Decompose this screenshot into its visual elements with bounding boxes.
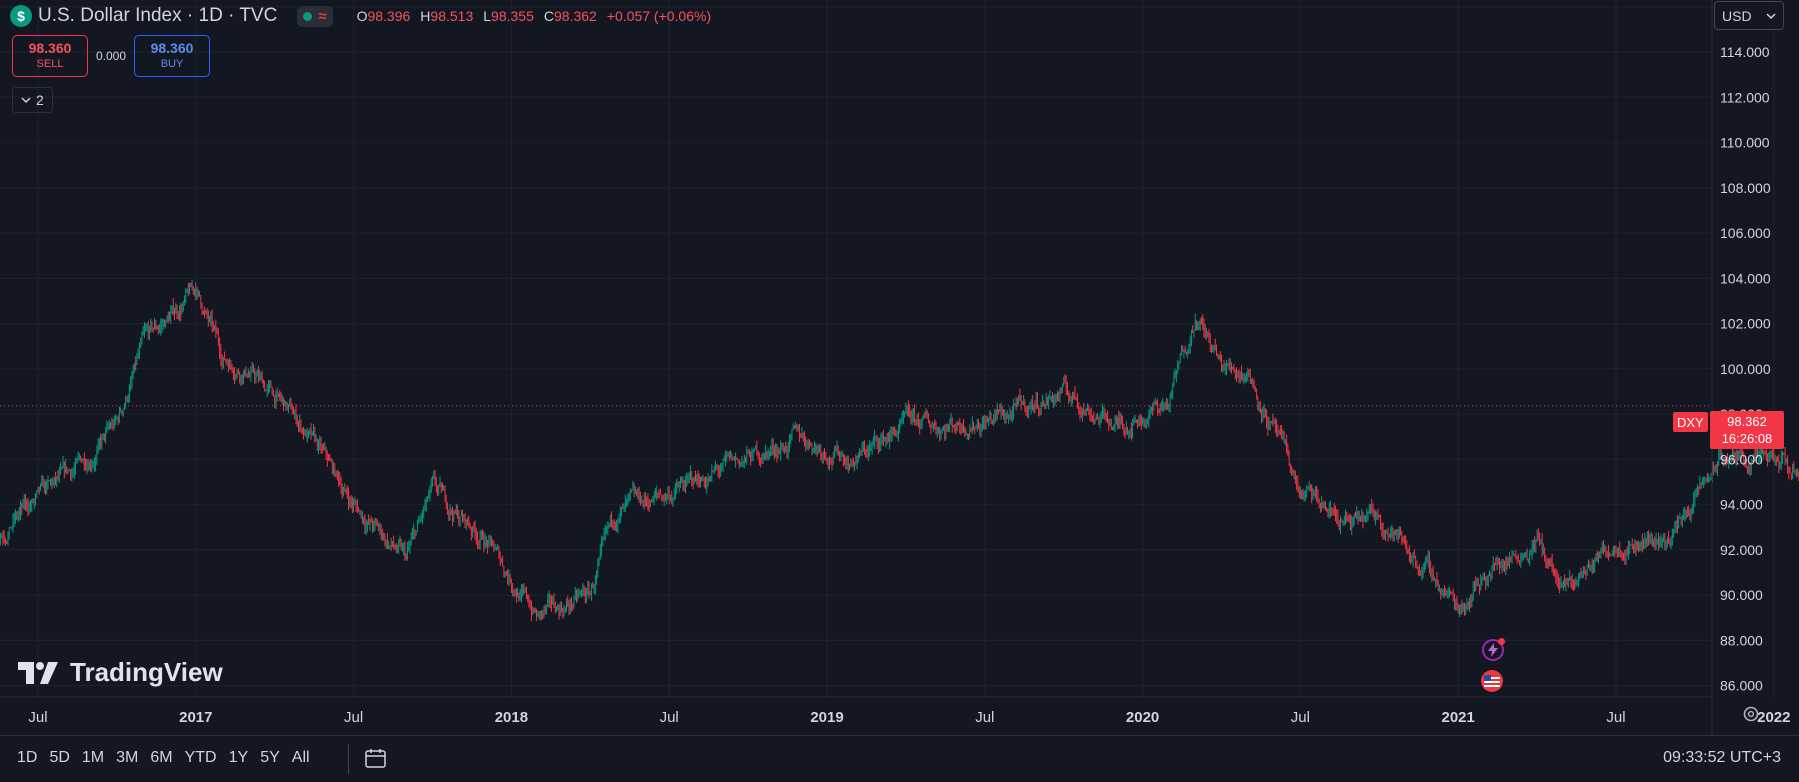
y-tick-label: 88.000 — [1720, 632, 1763, 648]
ohlc-change: +0.057 (+0.06%) — [606, 8, 712, 24]
calendar-range-icon[interactable] — [364, 748, 388, 770]
ohlc-close: C98.362 — [543, 8, 597, 24]
market-open-dot-icon — [303, 11, 313, 21]
range-1d-button[interactable]: 1D — [12, 746, 42, 770]
sell-price: 98.360 — [28, 40, 72, 56]
range-1m-button[interactable]: 1M — [77, 746, 109, 770]
ohlc-open: O98.396 — [356, 8, 411, 24]
chevron-down-icon — [21, 97, 31, 104]
range-6m-button[interactable]: 6M — [145, 746, 177, 770]
y-tick-label: 110.000 — [1720, 135, 1770, 151]
candles — [0, 279, 1799, 622]
range-5y-button[interactable]: 5Y — [255, 746, 285, 770]
tradingview-logo-icon — [18, 661, 58, 684]
y-tick-label: 102.000 — [1720, 316, 1771, 332]
us-flag-graphic — [1484, 675, 1500, 687]
flash-icon[interactable] — [1482, 638, 1505, 661]
y-tick-label: 114.000 — [1720, 44, 1770, 60]
x-tick-label: Jul — [344, 709, 363, 726]
x-tick-label: 2022 — [1757, 709, 1790, 726]
buy-label: BUY — [160, 58, 184, 70]
us-flag-icon[interactable] — [1481, 670, 1503, 692]
y-tick-label: 94.000 — [1720, 497, 1763, 513]
delayed-data-icon: ≈ — [318, 7, 327, 25]
y-tick-label: 100.000 — [1720, 361, 1771, 377]
range-1y-button[interactable]: 1Y — [224, 746, 254, 770]
x-tick-label: Jul — [28, 709, 47, 726]
ohlc-high: H98.513 — [420, 8, 474, 24]
x-tick-label: Jul — [660, 709, 679, 726]
symbol-legend: $ U.S. Dollar Index · 1D · TVC ≈ O98.396… — [10, 3, 711, 29]
x-tick-label: Jul — [975, 709, 994, 726]
spread-value: 0.000 — [96, 49, 127, 63]
y-tick-label: 108.000 — [1720, 180, 1771, 196]
indicators-collapse-button[interactable]: 2 — [12, 87, 53, 113]
buy-button[interactable]: 98.360 BUY — [134, 35, 210, 77]
x-tick-label: Jul — [1291, 709, 1310, 726]
x-tick-label: 2019 — [810, 709, 843, 726]
lightning-icon — [1488, 643, 1498, 657]
sell-label: SELL — [36, 58, 64, 70]
last-price-value: 98.362 — [1727, 414, 1767, 429]
dollar-icon[interactable]: $ — [10, 5, 32, 27]
y-tick-label: 106.000 — [1720, 225, 1771, 241]
indicators-count: 2 — [36, 92, 44, 108]
axes: 86.00088.00090.00092.00094.00096.00098.0… — [0, 0, 1790, 735]
chevron-down-icon — [1766, 12, 1776, 19]
y-tick-label: 92.000 — [1720, 542, 1763, 558]
range-all-button[interactable]: All — [287, 746, 315, 770]
x-tick-label: 2021 — [1442, 709, 1475, 726]
buy-price: 98.360 — [150, 40, 194, 56]
trade-panel: 98.360 SELL 0.000 98.360 BUY — [12, 35, 210, 77]
last-price-label: 98.362 16:26:08 — [1710, 411, 1784, 449]
sell-button[interactable]: 98.360 SELL — [12, 35, 88, 77]
ohlc-values: O98.396 H98.513 L98.355 C98.362 +0.057 (… — [357, 8, 712, 24]
y-tick-label: 90.000 — [1720, 587, 1763, 603]
tradingview-logo[interactable]: TradingView — [18, 657, 223, 688]
x-tick-label: Jul — [1606, 709, 1625, 726]
y-tick-label: 104.000 — [1720, 270, 1771, 286]
grid — [0, 0, 1775, 697]
tradingview-logo-text: TradingView — [70, 657, 223, 687]
range-3m-button[interactable]: 3M — [111, 746, 143, 770]
symbol-title[interactable]: U.S. Dollar Index · 1D · TVC — [38, 5, 277, 27]
clock-timezone[interactable]: 09:33:52 UTC+3 — [1663, 749, 1781, 767]
date-range-buttons: 1D 5D 1M 3M 6M YTD 1Y 5Y All — [12, 746, 315, 770]
y-tick-label: 96.000 — [1720, 451, 1763, 467]
range-5d-button[interactable]: 5D — [44, 746, 74, 770]
chart-canvas[interactable]: 86.00088.00090.00092.00094.00096.00098.0… — [0, 0, 1799, 781]
x-tick-label: 2017 — [179, 709, 212, 726]
x-tick-label: 2020 — [1126, 709, 1159, 726]
bar-countdown: 16:26:08 — [1721, 431, 1773, 446]
y-tick-label: 112.000 — [1720, 89, 1770, 105]
market-status[interactable]: ≈ — [297, 5, 333, 27]
ohlc-low: L98.355 — [483, 8, 534, 24]
gear-icon[interactable] — [1741, 704, 1761, 724]
currency-select[interactable]: USD — [1714, 1, 1784, 30]
x-tick-label: 2018 — [495, 709, 528, 726]
symbol-price-tag: DXY — [1673, 412, 1708, 432]
currency-value: USD — [1722, 7, 1752, 24]
range-ytd-button[interactable]: YTD — [180, 746, 222, 770]
y-tick-label: 86.000 — [1720, 678, 1763, 694]
bottom-toolbar: 1D 5D 1M 3M 6M YTD 1Y 5Y All 09:33:52 UT… — [0, 735, 1799, 782]
notification-dot — [1498, 638, 1505, 645]
toolbar-divider — [348, 744, 349, 774]
